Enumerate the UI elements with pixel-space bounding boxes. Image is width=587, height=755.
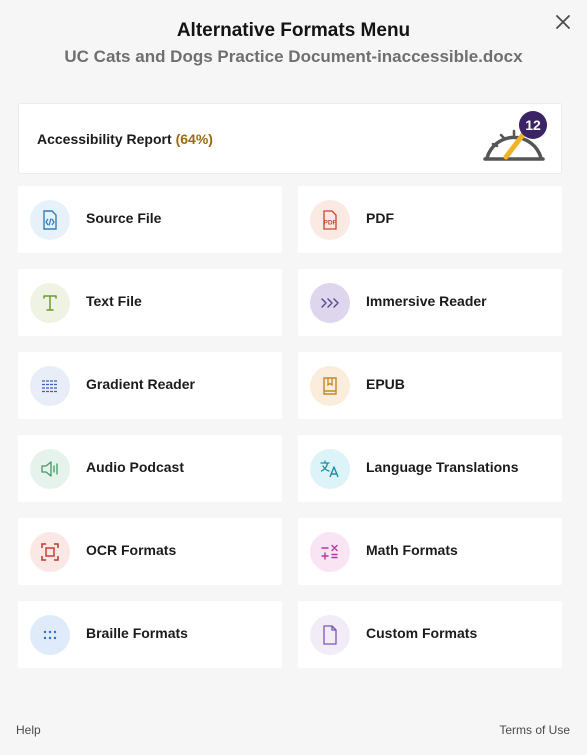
close-icon	[556, 15, 570, 29]
format-immersive-reader[interactable]: Immersive Reader	[298, 269, 562, 336]
format-ocr[interactable]: OCR Formats	[18, 518, 282, 585]
speaker-icon	[41, 460, 58, 477]
format-label: Gradient Reader	[86, 375, 195, 392]
format-epub[interactable]: EPUB	[298, 352, 562, 419]
text-file-icon-circle	[30, 282, 70, 323]
terms-of-use-link[interactable]: Terms of Use	[499, 723, 570, 737]
document-name: UC Cats and Dogs Practice Document-inacc…	[64, 47, 523, 66]
audio-podcast-icon-circle	[30, 448, 70, 489]
score-badge-text: 12	[525, 117, 541, 133]
format-label: EPUB	[366, 375, 405, 392]
source-file-icon-circle	[30, 199, 70, 240]
format-label: Custom Formats	[366, 624, 478, 641]
language-translations-icon-circle	[310, 448, 350, 489]
math-icon-circle	[310, 531, 350, 572]
format-text-file[interactable]: Text File	[18, 269, 282, 336]
format-label: OCR Formats	[86, 541, 177, 558]
immersive-reader-icon	[321, 297, 339, 308]
text-icon	[43, 294, 57, 311]
gauge-icon: 12	[483, 111, 547, 161]
gradient-reader-icon-circle	[30, 365, 70, 406]
help-link[interactable]: Help	[16, 723, 41, 737]
format-label: Source File	[86, 209, 162, 226]
pdf-icon-circle: PDF	[310, 199, 350, 240]
ocr-icon-circle	[30, 531, 70, 572]
translate-icon	[320, 459, 339, 477]
pdf-icon: PDF	[323, 209, 337, 230]
braille-icon-circle	[30, 614, 70, 655]
format-audio-podcast[interactable]: Audio Podcast	[18, 435, 282, 502]
svg-text:PDF: PDF	[324, 219, 337, 226]
accessibility-report-card[interactable]: Accessibility Report (64%) 12	[18, 103, 562, 174]
accessibility-score: (64%)	[175, 130, 213, 147]
math-symbols-icon	[321, 544, 338, 560]
braille-dots-icon	[43, 630, 57, 639]
ocr-scan-icon	[41, 542, 59, 561]
format-pdf[interactable]: PDF PDF	[298, 186, 562, 253]
format-label: Math Formats	[366, 541, 458, 558]
custom-formats-icon-circle	[310, 614, 350, 655]
format-label: Immersive Reader	[366, 292, 487, 309]
formats-grid: Source File PDF PDF Text File Immersive …	[18, 186, 562, 668]
immersive-reader-icon-circle	[310, 282, 350, 323]
format-label: Braille Formats	[86, 624, 188, 641]
close-button[interactable]	[553, 12, 573, 32]
code-file-icon	[43, 209, 57, 230]
format-custom[interactable]: Custom Formats	[298, 601, 562, 668]
format-language-translations[interactable]: Language Translations	[298, 435, 562, 502]
format-label: Text File	[86, 292, 142, 309]
document-icon	[323, 624, 337, 645]
book-icon	[323, 376, 337, 395]
gradient-lines-icon	[42, 379, 58, 392]
format-label: PDF	[366, 209, 394, 226]
format-label: Language Translations	[366, 458, 519, 475]
format-label: Audio Podcast	[86, 458, 185, 475]
format-gradient-reader[interactable]: Gradient Reader	[18, 352, 282, 419]
page-title: Alternative Formats Menu	[176, 20, 411, 41]
format-source-file[interactable]: Source File	[18, 186, 282, 253]
epub-icon-circle	[310, 365, 350, 406]
format-braille[interactable]: Braille Formats	[18, 601, 282, 668]
accessibility-report-label: Accessibility Report	[37, 130, 172, 147]
format-math[interactable]: Math Formats	[298, 518, 562, 585]
